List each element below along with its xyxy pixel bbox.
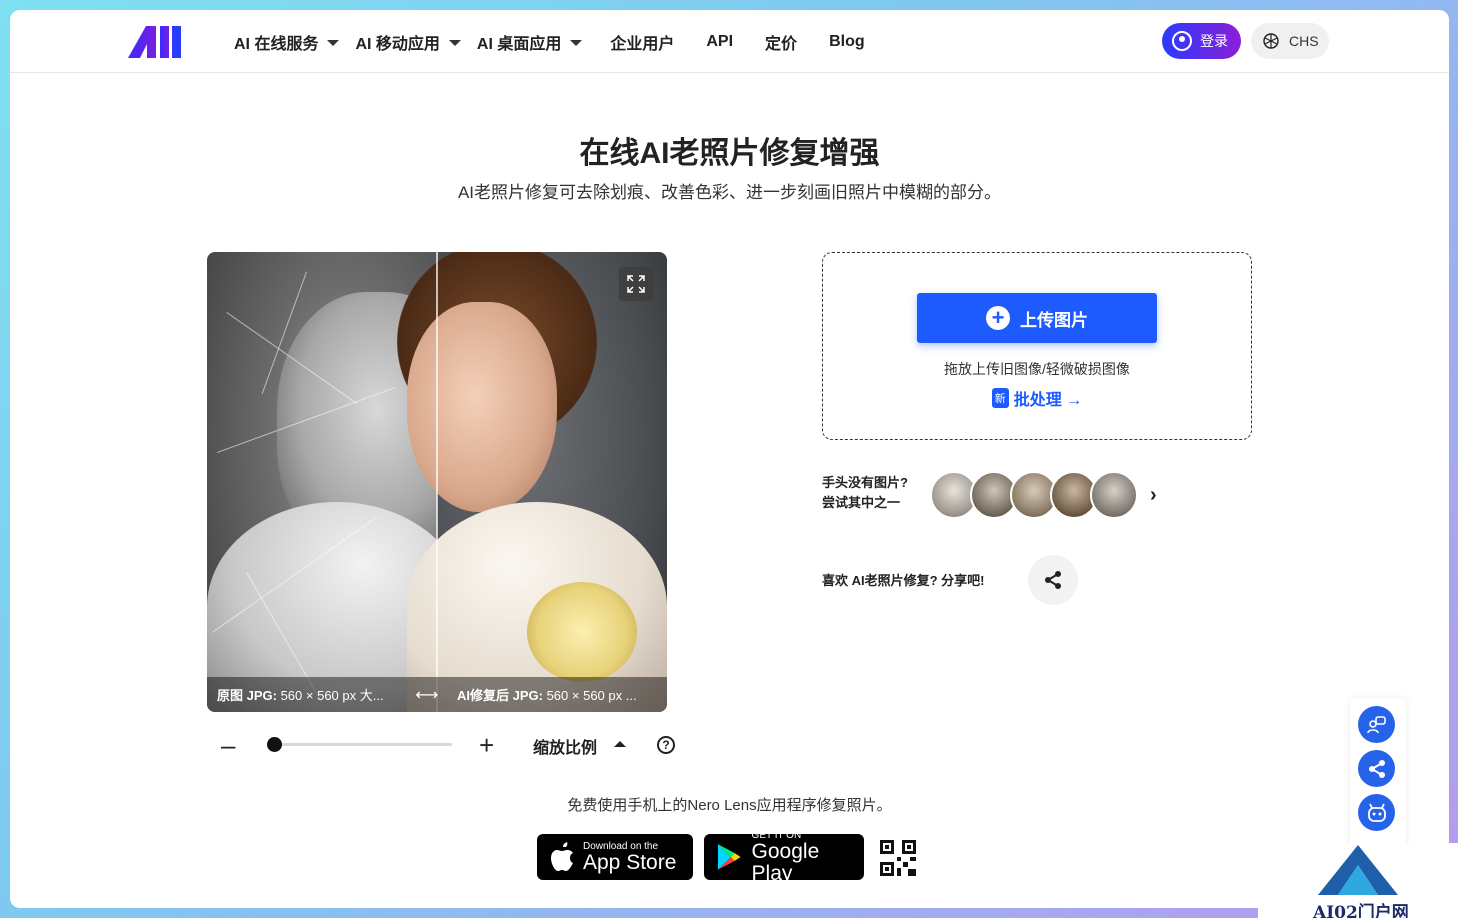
- google-play-big: Google Play: [751, 839, 820, 885]
- zoom-slider-thumb[interactable]: [267, 737, 282, 752]
- language-switcher[interactable]: CHS: [1251, 23, 1329, 59]
- login-button[interactable]: 登录: [1162, 23, 1241, 59]
- restored-photo: [397, 252, 667, 712]
- brand-logo[interactable]: [128, 24, 182, 60]
- apple-icon: [551, 842, 573, 871]
- google-play-badge[interactable]: GET IT ON Google Play: [704, 830, 864, 884]
- sample-images: [930, 471, 1138, 519]
- sample-prompt: 手头没有图片? 尝试其中之一: [822, 473, 908, 513]
- browser-window: AI 在线服务 AI 移动应用 AI 桌面应用 企业用户 API 定价 Blog…: [10, 10, 1449, 908]
- new-badge: 新: [991, 388, 1009, 408]
- sample-prompt-line2: 尝试其中之一: [822, 495, 901, 510]
- fullscreen-button[interactable]: [619, 267, 653, 301]
- app-store-badge[interactable]: Download on the App Store: [537, 834, 693, 880]
- original-caption: 原图 JPG: 560 × 560 px 大...: [217, 688, 384, 703]
- watermark-logo: [1318, 845, 1398, 895]
- nav-label: Blog: [829, 32, 865, 50]
- chevron-up-icon[interactable]: [614, 741, 626, 747]
- chevron-down-icon: [570, 39, 583, 46]
- login-label: 登录: [1200, 33, 1228, 49]
- upload-image-button[interactable]: + 上传图片: [917, 293, 1157, 343]
- nav-label: 企业用户: [610, 35, 675, 53]
- nav-ai-desktop-apps[interactable]: AI 桌面应用: [476, 30, 583, 54]
- sample-prompt-line1: 手头没有图片?: [822, 475, 908, 490]
- share-prompt: 喜欢 AI老照片修复? 分享吧!: [822, 573, 985, 588]
- batch-process-link[interactable]: 新 批处理 →: [823, 386, 1251, 410]
- nav-enterprise[interactable]: 企业用户: [610, 30, 674, 54]
- zoom-in-button[interactable]: +: [479, 732, 494, 758]
- compare-slider-handle[interactable]: [436, 252, 438, 712]
- mobile-app-promo: 免费使用手机上的Nero Lens应用程序修复照片。: [567, 797, 892, 814]
- plus-icon: +: [986, 306, 1010, 330]
- language-label: CHS: [1289, 33, 1319, 49]
- sample-thumb[interactable]: [1090, 471, 1138, 519]
- nav-api[interactable]: API: [706, 33, 733, 51]
- nav-blog[interactable]: Blog: [829, 33, 865, 51]
- page-title: 在线AI老照片修复增强: [579, 137, 880, 170]
- feedback-button[interactable]: [1358, 706, 1395, 743]
- drop-hint: 拖放上传旧图像/轻微破损图像: [944, 361, 1130, 377]
- expand-icon: [627, 275, 645, 293]
- globe-icon: [1263, 33, 1279, 49]
- nav-label: AI 桌面应用: [476, 35, 562, 53]
- share-icon: [1368, 759, 1385, 778]
- feedback-icon: [1366, 715, 1386, 733]
- nav-ai-mobile-apps[interactable]: AI 移动应用: [355, 30, 461, 54]
- chevron-down-icon: [448, 39, 461, 46]
- zoom-ratio-dropdown[interactable]: 缩放比例: [533, 734, 597, 758]
- floating-action-panel: [1350, 698, 1406, 858]
- side-share-button[interactable]: [1358, 750, 1395, 787]
- page-subtitle: AI老照片修复可去除划痕、改善色彩、进一步刻画旧照片中模糊的部分。: [457, 183, 1002, 202]
- app-store-small: Download on the: [583, 840, 659, 852]
- site-watermark: AI02门户网: [1258, 843, 1458, 918]
- chevron-down-icon: [327, 39, 340, 46]
- share-button[interactable]: [1028, 555, 1078, 605]
- before-after-compare[interactable]: 原图 JPG: 560 × 560 px 大... ⟷ AI修复后 JPG: 5…: [207, 252, 667, 712]
- watermark-text: AI02门户网: [1313, 903, 1409, 918]
- chevron-right-icon[interactable]: ›: [1150, 484, 1157, 507]
- help-icon[interactable]: ?: [657, 736, 675, 754]
- restored-caption: AI修复后 JPG: 560 × 560 px ...: [457, 688, 637, 703]
- google-play-icon: [717, 844, 741, 870]
- compare-caption-bar: 原图 JPG: 560 × 560 px 大... ⟷ AI修复后 JPG: 5…: [207, 677, 667, 712]
- robot-icon: [1367, 803, 1386, 822]
- zoom-controls: – + 缩放比例 ?: [217, 732, 677, 762]
- batch-label: 批处理 →: [1013, 392, 1083, 409]
- top-header: AI 在线服务 AI 移动应用 AI 桌面应用 企业用户 API 定价 Blog…: [10, 10, 1449, 73]
- assistant-button[interactable]: [1358, 794, 1395, 831]
- nav-label: API: [706, 32, 734, 50]
- nav-pricing[interactable]: 定价: [765, 30, 797, 54]
- app-store-big: App Store: [583, 850, 677, 874]
- share-icon: [1045, 571, 1061, 589]
- main-nav: AI 在线服务 AI 移动应用 AI 桌面应用 企业用户 API 定价 Blog: [234, 10, 897, 73]
- upload-dropzone[interactable]: + 上传图片 拖放上传旧图像/轻微破损图像 新 批处理 →: [822, 252, 1252, 440]
- upload-label: 上传图片: [1020, 310, 1088, 330]
- nav-label: AI 在线服务: [234, 35, 319, 53]
- qr-code-icon[interactable]: [880, 840, 916, 876]
- zoom-slider-track[interactable]: [267, 743, 452, 746]
- google-play-small: GET IT ON: [751, 829, 802, 841]
- zoom-out-button[interactable]: –: [221, 732, 235, 758]
- nav-label: 定价: [765, 35, 798, 53]
- compare-arrow-icon: ⟷: [415, 686, 439, 704]
- nav-ai-online-services[interactable]: AI 在线服务: [234, 30, 340, 54]
- nav-label: AI 移动应用: [355, 35, 440, 53]
- user-avatar-icon: [1172, 31, 1192, 51]
